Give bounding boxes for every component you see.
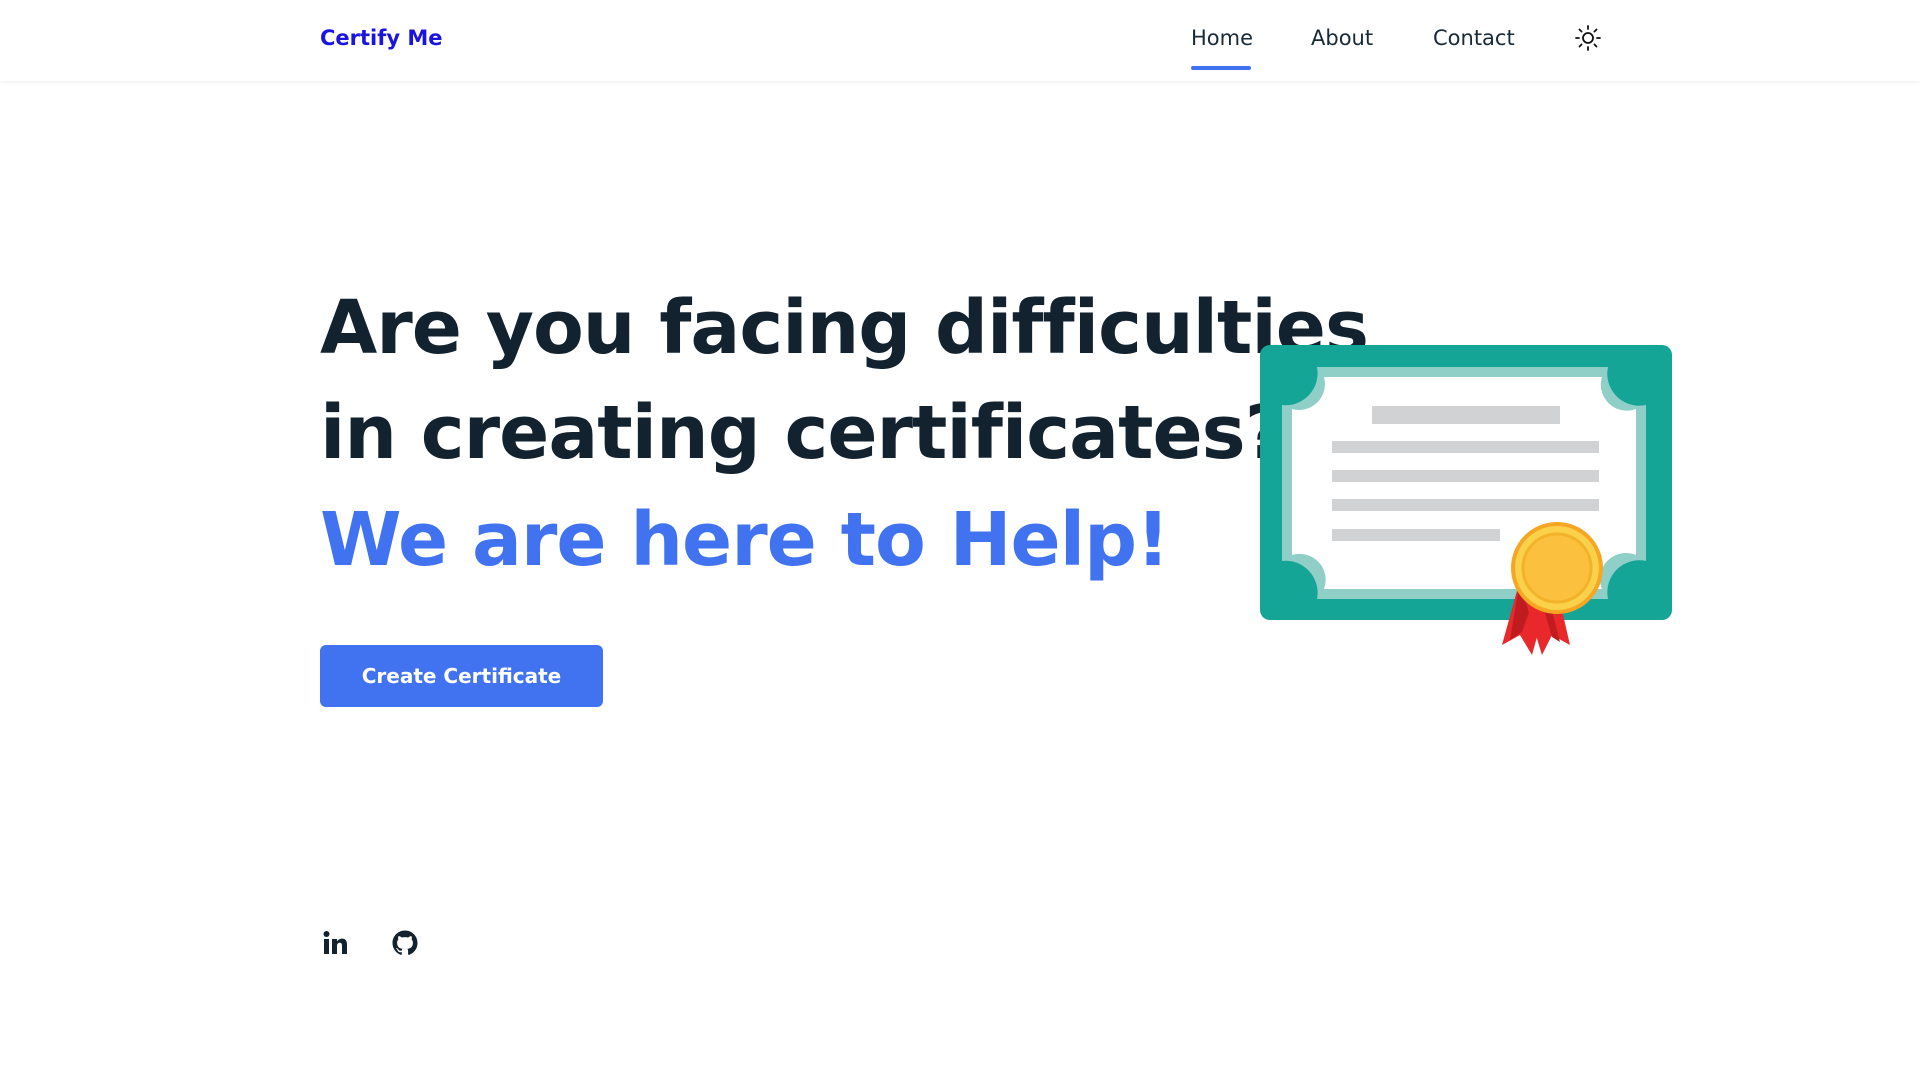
navbar: Certify Me Home About Contact — [0, 0, 1920, 81]
github-icon — [392, 930, 418, 955]
nav-link-home[interactable]: Home — [1191, 26, 1253, 50]
certificate-icon — [1260, 345, 1672, 655]
nav-link-contact[interactable]: Contact — [1433, 26, 1515, 50]
create-certificate-button[interactable]: Create Certificate — [320, 645, 603, 707]
nav-link-about[interactable]: About — [1311, 26, 1373, 50]
github-link[interactable] — [390, 928, 420, 958]
linkedin-icon — [323, 931, 347, 954]
hero-tagline: We are here to Help! — [320, 497, 1170, 583]
sun-icon — [1575, 25, 1601, 51]
theme-toggle-button[interactable] — [1574, 24, 1602, 52]
hero-heading-line-2: in creating certificates? — [320, 390, 1288, 476]
brand-logo[interactable]: Certify Me — [320, 26, 443, 50]
active-nav-indicator — [1191, 66, 1251, 70]
linkedin-link[interactable] — [320, 928, 350, 958]
hero-heading-line-1: Are you facing difficulties — [320, 285, 1369, 371]
